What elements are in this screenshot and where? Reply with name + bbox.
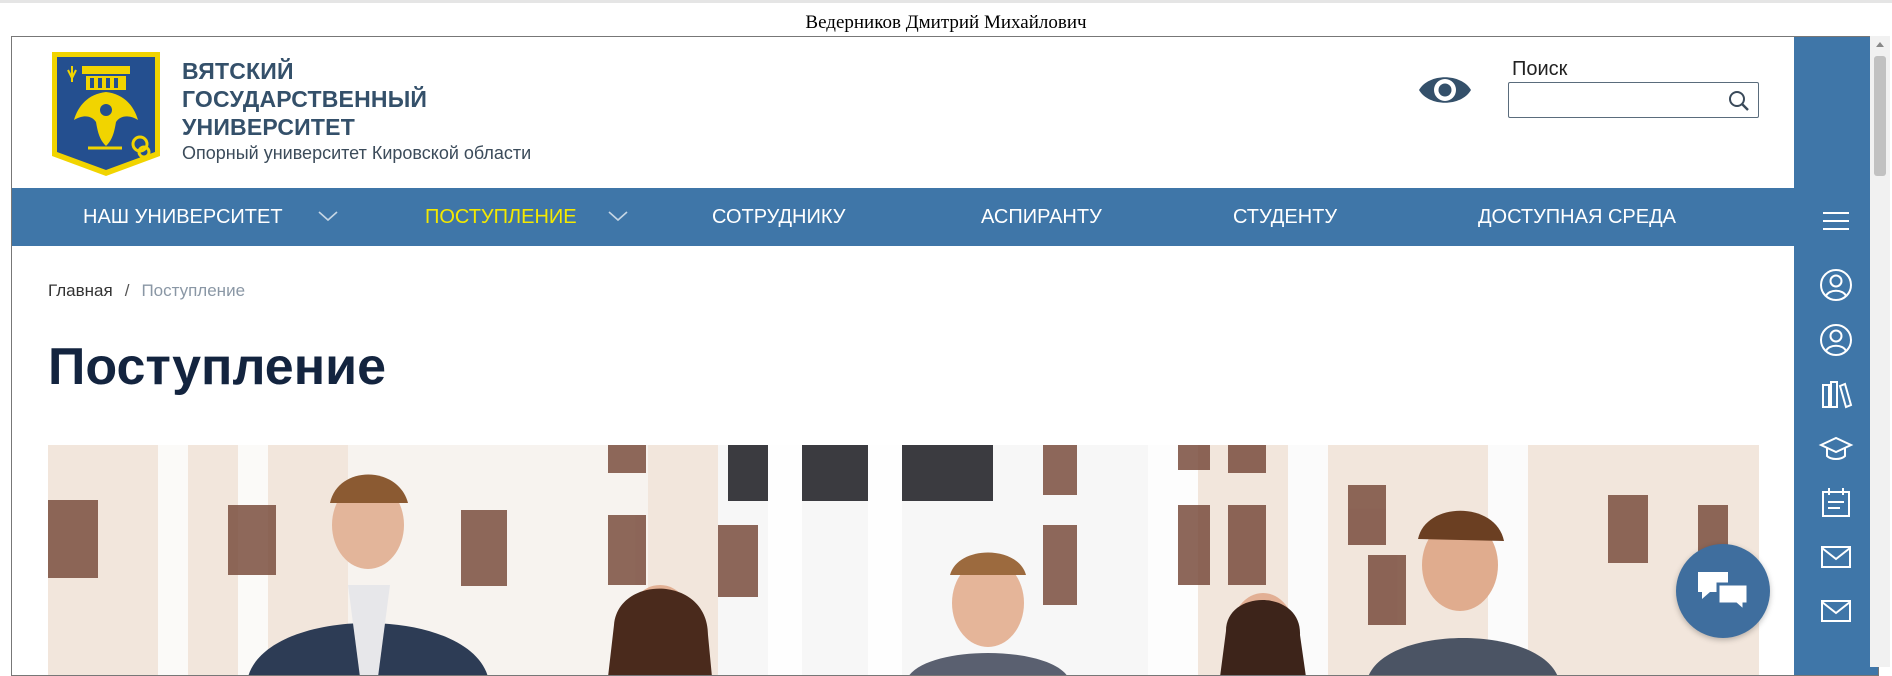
- search-input[interactable]: [1515, 87, 1719, 115]
- university-name-line: УНИВЕРСИТЕТ: [182, 114, 355, 140]
- accessibility-eye-button[interactable]: [1417, 67, 1473, 113]
- chat-bubbles-icon: [1698, 572, 1750, 614]
- search-label: Поиск: [1512, 58, 1568, 80]
- scroll-up-arrow-icon[interactable]: [1876, 42, 1884, 47]
- chat-button[interactable]: [1676, 544, 1770, 638]
- user-circle-icon[interactable]: [1818, 322, 1854, 358]
- university-name-line: ГОСУДАРСТВЕННЫЙ: [182, 86, 428, 112]
- nav-item-postgraduate[interactable]: АСПИРАНТУ: [981, 188, 1102, 246]
- user-circle-icon[interactable]: [1818, 267, 1854, 303]
- nav-item-our-university[interactable]: НАШ УНИВЕРСИТЕТ: [83, 188, 283, 246]
- page-scrollbar[interactable]: [1870, 36, 1890, 667]
- user-full-name: Ведерников Дмитрий Михайлович: [805, 12, 1087, 33]
- page-content: ВЯТСКИЙ ГОСУДАРСТВЕННЫЙ УНИВЕРСИТЕТ Опор…: [12, 37, 1794, 675]
- nav-item-student[interactable]: СТУДЕНТУ: [1233, 188, 1337, 246]
- page-title: Поступление: [48, 338, 387, 396]
- university-name-line: ВЯТСКИЙ: [182, 58, 294, 84]
- breadcrumb: Главная / Поступление: [48, 281, 245, 301]
- hero-image: [48, 445, 1759, 675]
- breadcrumb-current: Поступление: [141, 281, 246, 300]
- nav-item-accessible-environment[interactable]: ДОСТУПНАЯ СРЕДА: [1478, 188, 1676, 246]
- top-border: [0, 0, 1892, 3]
- graduation-cap-icon[interactable]: [1818, 431, 1854, 467]
- right-sidebar: [1794, 37, 1878, 675]
- books-icon[interactable]: [1818, 377, 1854, 413]
- university-subtitle: Опорный университет Кировской области: [182, 143, 532, 163]
- coat-of-arms-icon: [52, 52, 160, 176]
- main-nav: НАШ УНИВЕРСИТЕТ ПОСТУПЛЕНИЕ СОТРУДНИКУ А…: [12, 188, 1794, 246]
- university-logo[interactable]: [48, 48, 164, 180]
- eye-icon: [1419, 77, 1471, 103]
- breadcrumb-home-link[interactable]: Главная: [48, 281, 113, 300]
- chevron-down-icon[interactable]: [607, 209, 629, 223]
- search-icon[interactable]: [1728, 90, 1750, 112]
- mail-icon[interactable]: [1818, 539, 1854, 575]
- university-name[interactable]: ВЯТСКИЙ ГОСУДАРСТВЕННЫЙ УНИВЕРСИТЕТ: [182, 57, 427, 141]
- search-field[interactable]: [1508, 82, 1759, 118]
- chevron-down-icon[interactable]: [317, 209, 339, 223]
- breadcrumb-separator: /: [124, 281, 130, 300]
- mail-icon[interactable]: [1818, 593, 1854, 629]
- menu-icon[interactable]: [1818, 203, 1854, 239]
- browser-frame: ВЯТСКИЙ ГОСУДАРСТВЕННЫЙ УНИВЕРСИТЕТ Опор…: [11, 36, 1879, 676]
- nav-item-admission[interactable]: ПОСТУПЛЕНИЕ: [425, 188, 577, 246]
- nav-item-employee[interactable]: СОТРУДНИКУ: [712, 188, 845, 246]
- scrollbar-thumb[interactable]: [1874, 56, 1886, 176]
- calendar-list-icon[interactable]: [1818, 485, 1854, 521]
